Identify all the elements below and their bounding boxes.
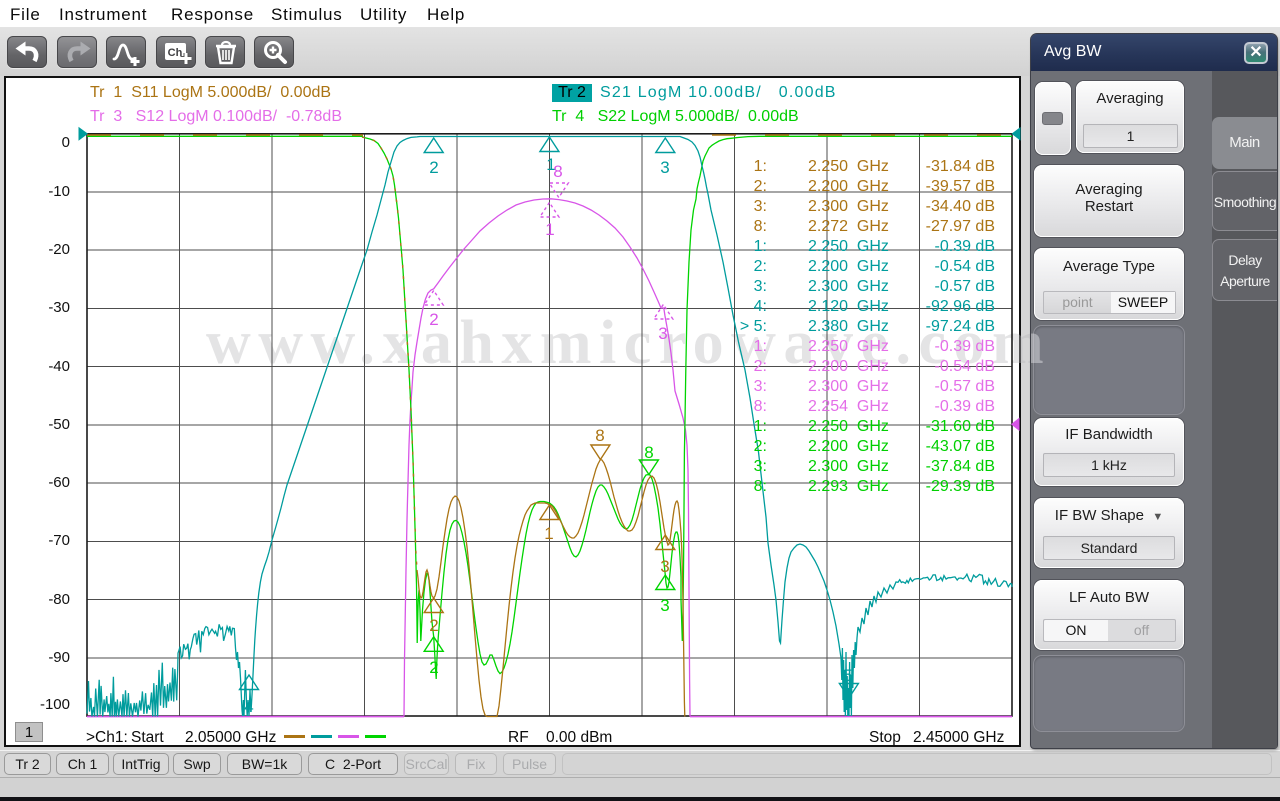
svg-text:Ch: Ch [168, 47, 183, 59]
